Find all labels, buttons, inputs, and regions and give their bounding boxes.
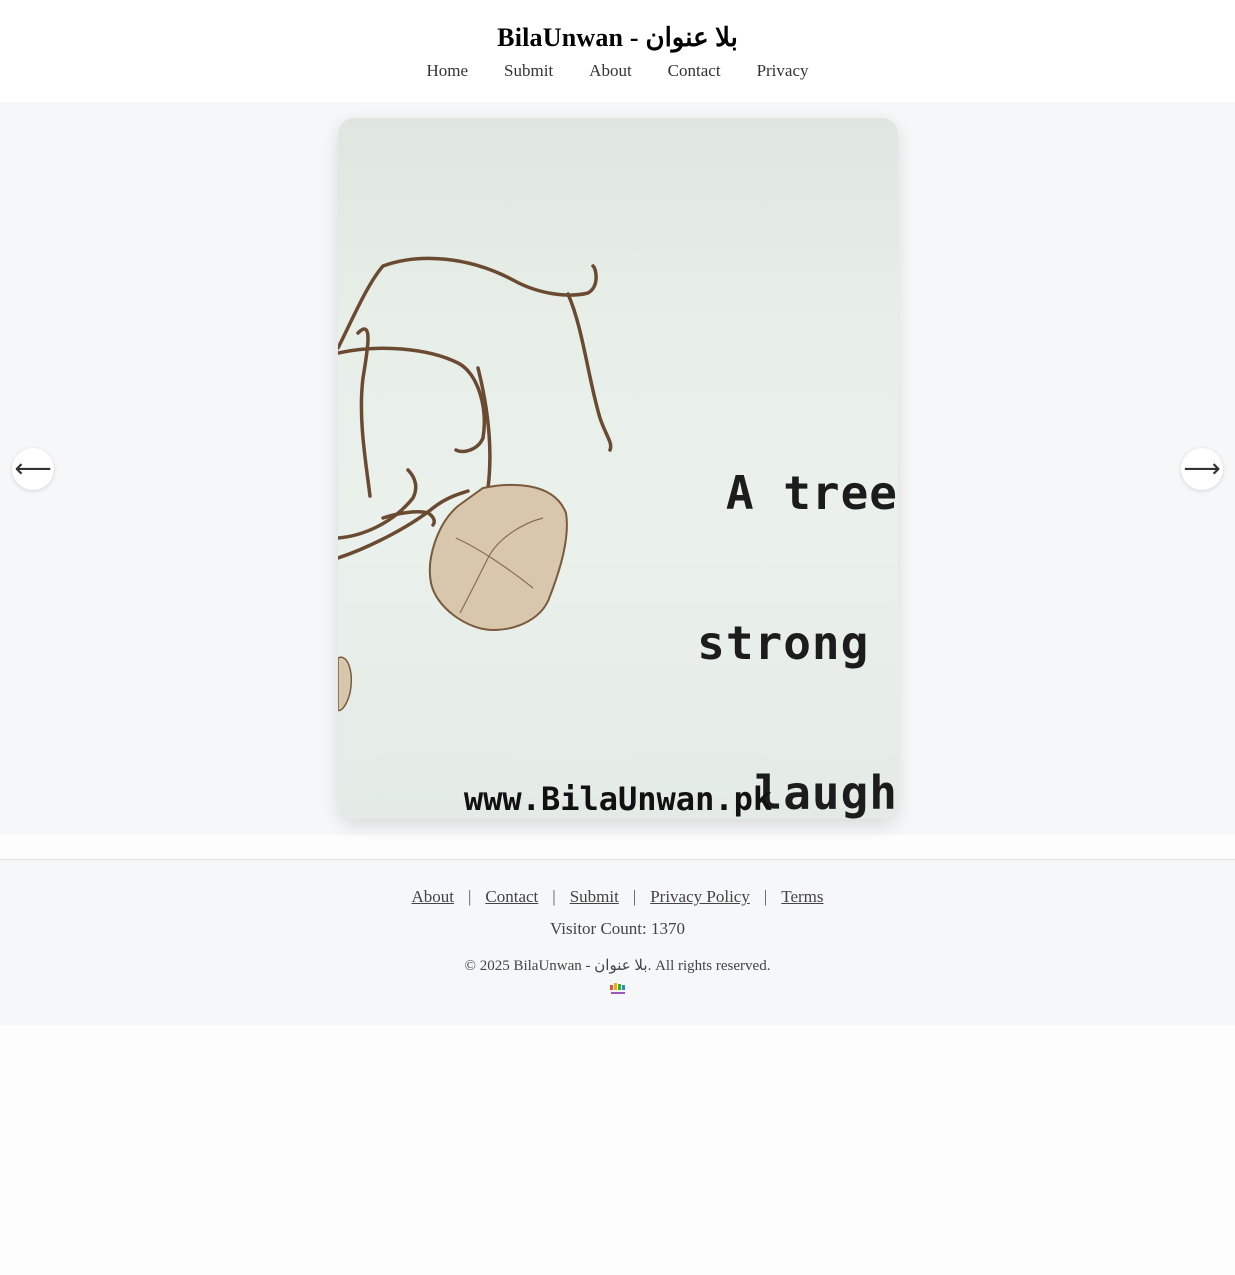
footer-link-privacy-policy[interactable]: Privacy Policy (650, 886, 750, 908)
footer-link-contact[interactable]: Contact (485, 886, 538, 908)
main-nav: Home Submit About Contact Privacy (0, 60, 1235, 82)
footer-separator: | (763, 887, 768, 906)
site-logo-icon (609, 983, 625, 994)
site-footer: About | Contact | Submit | Privacy Polic… (0, 859, 1235, 1025)
poem-line: strong (697, 616, 898, 670)
visitor-count: Visitor Count: 1370 (550, 919, 685, 938)
arrow-left-icon: ⟵ (14, 454, 52, 484)
arrow-right-icon: ⟶ (1183, 454, 1221, 484)
footer-separator: | (467, 887, 472, 906)
nav-link-submit[interactable]: Submit (504, 60, 553, 82)
poem-line: A tree (725, 466, 898, 520)
site-title: BilaUnwan - بلا عنوان (497, 23, 738, 52)
slide-image[interactable]: A tree strong laugh stor www.BilaUnwan.p… (338, 118, 898, 819)
slider-section: ⟵ A tree strong laugh www.BilaUnwan.pk ⟶ (0, 102, 1235, 835)
footer-separator: | (632, 887, 637, 906)
site-header: BilaUnwan - بلا عنوان Home Submit About … (0, 0, 1235, 102)
footer-links: About | Contact | Submit | Privacy Polic… (0, 886, 1235, 908)
nav-link-home[interactable]: Home (427, 60, 469, 82)
slide-poem-text: A tree strong laugh stor (697, 368, 898, 819)
nav-link-privacy[interactable]: Privacy (757, 60, 809, 82)
footer-separator: | (552, 887, 556, 906)
next-slide-button[interactable]: ⟶ (1181, 448, 1223, 490)
prev-slide-button[interactable]: ⟵ (12, 448, 54, 490)
nav-link-about[interactable]: About (589, 60, 632, 82)
dry-leaf (338, 483, 568, 712)
footer-link-about[interactable]: About (411, 886, 454, 908)
copyright-text: © 2025 BilaUnwan - بلا عنوان. All rights… (464, 958, 771, 974)
footer-link-terms[interactable]: Terms (781, 886, 823, 908)
slide-watermark: www.BilaUnwan.pk (463, 780, 773, 818)
nav-link-contact[interactable]: Contact (668, 60, 721, 82)
footer-link-submit[interactable]: Submit (570, 886, 619, 908)
